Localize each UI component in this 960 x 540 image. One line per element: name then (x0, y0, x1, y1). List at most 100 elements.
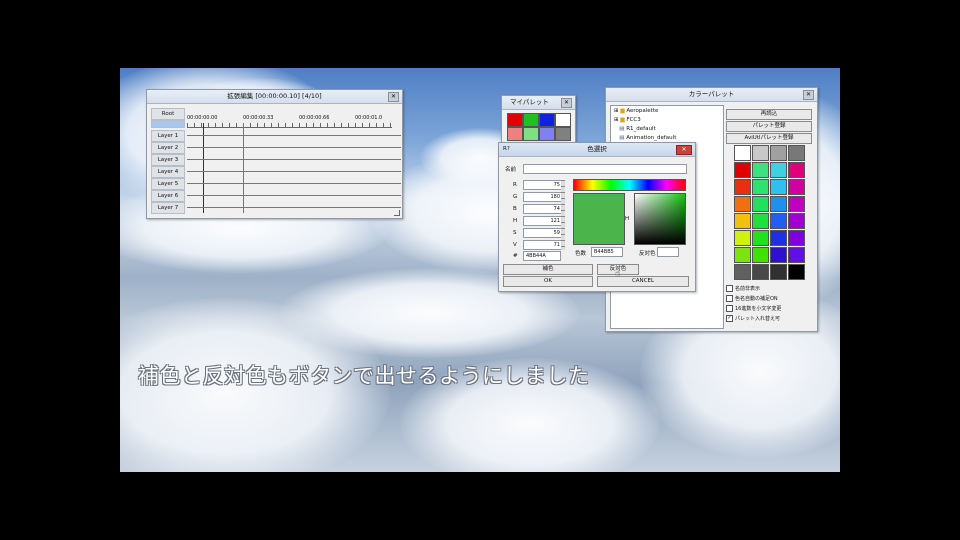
color-picker-titlebar[interactable]: R? 色選択 ✕ (499, 143, 695, 157)
layer-label[interactable]: Layer 7 (151, 202, 185, 214)
close-icon[interactable]: ✕ (803, 90, 814, 100)
g-value-input[interactable]: 180 (523, 192, 563, 202)
palette-swatch[interactable] (752, 162, 769, 178)
hue-bar[interactable] (573, 179, 686, 191)
checkbox-lowercase-hex[interactable]: 16進数を小文字変更 (726, 305, 781, 313)
my-palette-swatch[interactable] (523, 113, 539, 127)
layer-label[interactable]: Layer 4 (151, 166, 185, 178)
palette-swatch[interactable] (770, 196, 787, 212)
close-icon[interactable]: ✕ (676, 145, 692, 155)
palette-swatch[interactable] (788, 213, 805, 229)
my-palette-titlebar[interactable]: マイパレット ✕ (502, 96, 575, 110)
palette-swatch[interactable] (788, 196, 805, 212)
layer-label[interactable]: Layer 1 (151, 130, 185, 142)
color-palette-titlebar[interactable]: カラーパレット ✕ (606, 88, 817, 102)
layer-row[interactable]: Layer 3 (151, 154, 401, 166)
palette-swatch[interactable] (734, 247, 751, 263)
layer-track[interactable] (187, 183, 401, 184)
palette-swatch[interactable] (770, 264, 787, 280)
palette-swatch[interactable] (770, 179, 787, 195)
palette-swatch[interactable] (770, 213, 787, 229)
s-value-input[interactable]: 59 (523, 228, 563, 238)
checkbox-box[interactable] (726, 305, 733, 312)
layer-track[interactable] (187, 147, 401, 148)
tree-item[interactable]: ⊞ ▆ FCC3 (614, 117, 641, 123)
root-label[interactable]: Root (151, 108, 185, 120)
layer-track[interactable] (187, 195, 401, 196)
layer-row[interactable]: Layer 7 (151, 202, 401, 214)
palette-swatch[interactable] (734, 230, 751, 246)
palette-swatch[interactable] (770, 230, 787, 246)
palette-swatch[interactable] (788, 162, 805, 178)
register-aviutl-palette-button[interactable]: AviUtlパレット登録 (726, 133, 812, 144)
timeline-titlebar[interactable]: 拡張編集 [00:00:00.10] [4/10] ✕ (147, 90, 402, 104)
palette-swatch[interactable] (734, 162, 751, 178)
r-value-input[interactable]: 75 (523, 180, 563, 190)
palette-swatch[interactable] (752, 213, 769, 229)
palette-swatch[interactable] (770, 162, 787, 178)
layer-track[interactable] (187, 171, 401, 172)
saturation-value-box[interactable] (634, 193, 686, 245)
checkbox-box[interactable]: ✓ (726, 315, 733, 322)
hex-value-input[interactable]: 4BB44A (523, 251, 561, 261)
tree-item[interactable]: ⊞ ▆ Aeropalette (614, 108, 658, 114)
my-palette-swatch[interactable] (539, 127, 555, 141)
h-value-input[interactable]: 121 (523, 216, 563, 226)
close-icon[interactable]: ✕ (561, 98, 572, 108)
layer-row[interactable]: Layer 6 (151, 190, 401, 202)
cancel-button[interactable]: CANCEL (597, 276, 689, 287)
palette-swatch[interactable] (788, 179, 805, 195)
checkbox-box[interactable] (726, 295, 733, 302)
palette-swatch[interactable] (752, 196, 769, 212)
palette-swatch[interactable] (770, 145, 787, 161)
palette-swatch[interactable] (734, 196, 751, 212)
complementary-button[interactable]: 補色 (503, 264, 593, 275)
layer-label[interactable]: Layer 2 (151, 142, 185, 154)
palette-swatch[interactable] (788, 247, 805, 263)
reload-button[interactable]: 再読込 (726, 109, 812, 120)
palette-swatch[interactable] (734, 145, 751, 161)
palette-swatch[interactable] (770, 247, 787, 263)
timeline-ruler[interactable] (187, 123, 392, 128)
my-palette-swatch[interactable] (507, 127, 523, 141)
palette-swatch[interactable] (734, 213, 751, 229)
layer-track[interactable] (187, 135, 401, 136)
checkbox-swap-palette[interactable]: ✓ パレット入れ替え可 (726, 315, 780, 323)
palette-swatch[interactable] (734, 179, 751, 195)
layer-track[interactable] (187, 207, 401, 208)
checkbox-box[interactable] (726, 285, 733, 292)
resize-grip-icon[interactable] (394, 210, 400, 216)
layer-row[interactable]: Layer 4 (151, 166, 401, 178)
palette-swatch[interactable] (788, 230, 805, 246)
tree-item[interactable]: ▤ R1_default (614, 126, 655, 132)
my-palette-swatch[interactable] (507, 113, 523, 127)
my-palette-swatch[interactable] (539, 113, 555, 127)
b-value-input[interactable]: 74 (523, 204, 563, 214)
layer-label[interactable]: Layer 6 (151, 190, 185, 202)
layer-label[interactable]: Layer 5 (151, 178, 185, 190)
my-palette-swatch[interactable] (523, 127, 539, 141)
palette-swatch[interactable] (752, 230, 769, 246)
layer-track[interactable] (187, 159, 401, 160)
palette-swatch[interactable] (788, 264, 805, 280)
layer-row[interactable]: Layer 2 (151, 142, 401, 154)
layer-label[interactable]: Layer 3 (151, 154, 185, 166)
register-palette-button[interactable]: パレット登録 (726, 121, 812, 132)
my-palette-swatch[interactable] (555, 127, 571, 141)
layer-row[interactable]: Layer 1 (151, 130, 401, 142)
palette-swatch[interactable] (752, 179, 769, 195)
color-name-input[interactable] (523, 164, 687, 174)
spin-buttons[interactable] (561, 180, 565, 250)
close-icon[interactable]: ✕ (388, 92, 399, 102)
palette-swatch[interactable] (752, 264, 769, 280)
palette-swatch[interactable] (752, 247, 769, 263)
checkbox-auto-name[interactable]: 色名自動の補足ON (726, 295, 778, 303)
ok-button[interactable]: OK (503, 276, 593, 287)
my-palette-swatch[interactable] (555, 113, 571, 127)
palette-swatch[interactable] (752, 145, 769, 161)
checkbox-hide-name[interactable]: 名前非表示 (726, 285, 760, 293)
v-value-input[interactable]: 71 (523, 240, 563, 250)
layer-row[interactable]: Layer 5 (151, 178, 401, 190)
palette-swatch[interactable] (734, 264, 751, 280)
root-slider[interactable] (151, 120, 185, 128)
